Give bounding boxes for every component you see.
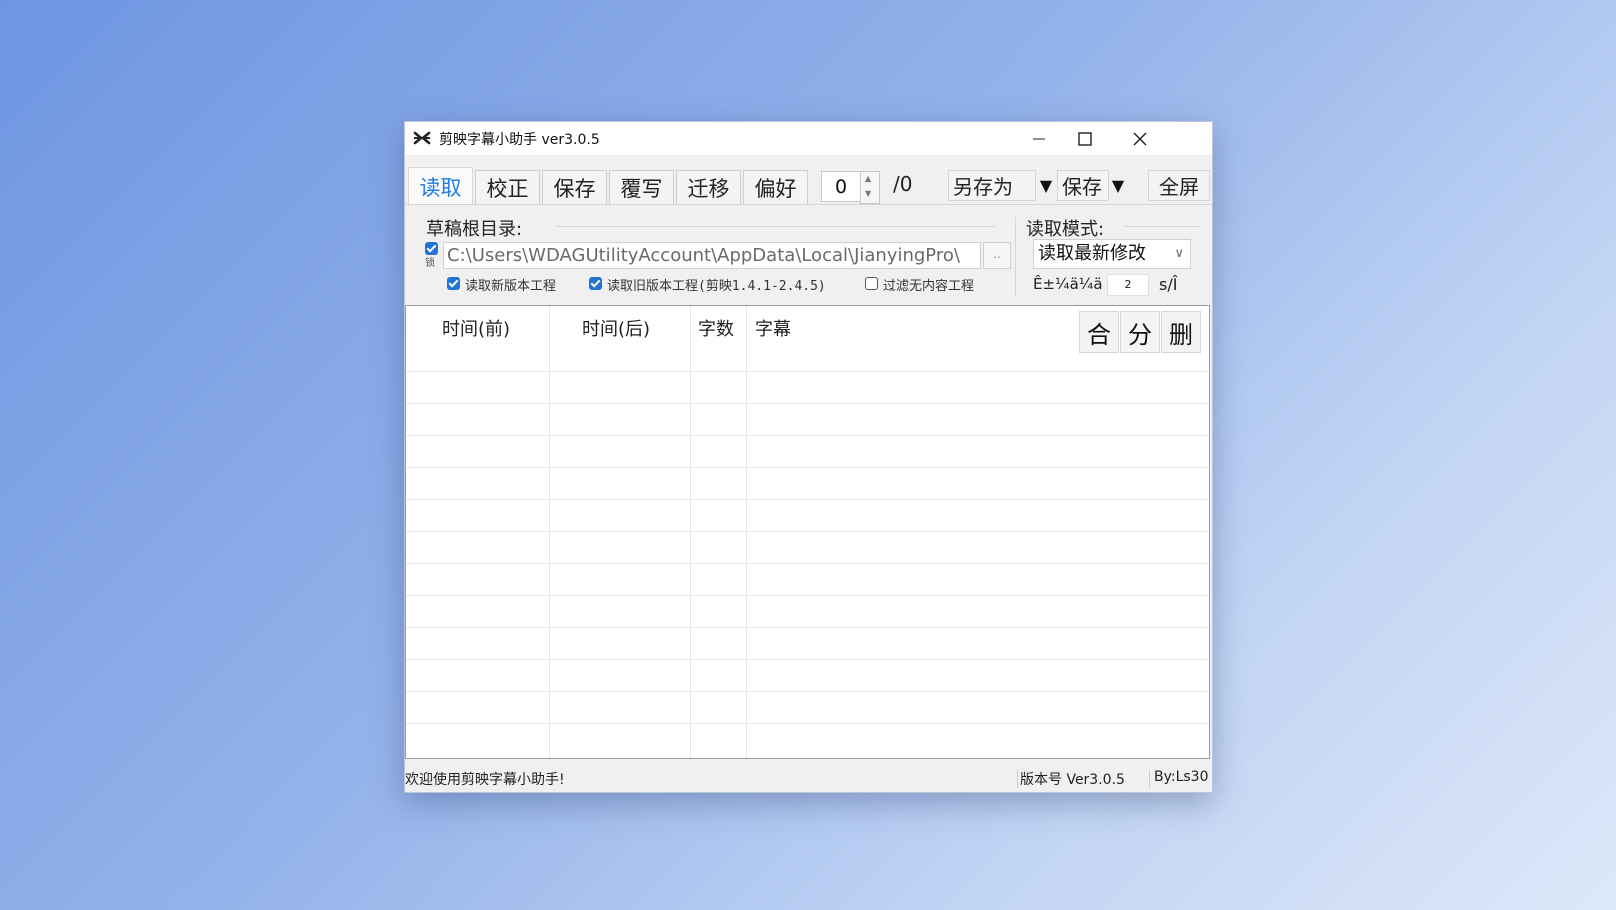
row-divider [406, 691, 1209, 692]
browse-button[interactable]: .. [983, 242, 1011, 269]
spin-up-icon[interactable]: ▲ [865, 174, 871, 183]
status-message: 欢迎使用剪映字幕小助手! [405, 772, 565, 788]
row-divider [406, 531, 1209, 532]
tab-divider [405, 204, 1212, 205]
group-divider [1015, 217, 1016, 297]
row-divider [406, 435, 1209, 436]
interval-input[interactable]: 2 [1107, 274, 1149, 296]
window-title: 剪映字幕小助手 ver3.0.5 [439, 132, 600, 148]
row-divider [406, 467, 1209, 468]
capcut-logo-icon [413, 131, 431, 145]
status-divider [1149, 770, 1150, 788]
tab-migrate[interactable]: 迁移 [676, 170, 741, 205]
app-window: 剪映字幕小助手 ver3.0.5 读取 校正 保存 覆写 迁移 偏好 0 ▲ ▼… [404, 121, 1213, 793]
subtitle-table[interactable]: 时间(前) 时间(后) 字数 字幕 合 分 删 [405, 305, 1210, 759]
delete-button[interactable]: 删 [1161, 311, 1201, 353]
spin-down-icon[interactable]: ▼ [865, 189, 871, 198]
column-header-char-count[interactable]: 字数 [698, 315, 734, 341]
row-divider [406, 371, 1209, 372]
status-divider [1017, 770, 1018, 788]
row-divider [406, 595, 1209, 596]
column-header-time-after[interactable]: 时间(后) [582, 315, 650, 341]
total-count: /0 [893, 172, 913, 196]
interval-label: Ê±¼ä¼ä [1033, 275, 1103, 293]
tab-preferences[interactable]: 偏好 [743, 170, 808, 205]
read-mode-label: 读取模式: [1026, 219, 1105, 240]
read-old-version-checkbox[interactable] [589, 277, 602, 290]
column-header-subtitle[interactable]: 字幕 [755, 315, 791, 341]
fullscreen-button[interactable]: 全屏 [1148, 170, 1210, 201]
save-as-label: 另存为 [953, 175, 1013, 199]
row-divider [406, 627, 1209, 628]
save-as-dropdown-icon[interactable]: ▼ [1037, 170, 1055, 201]
save-as-button[interactable]: 另存为 [948, 170, 1036, 201]
title-bar: 剪映字幕小助手 ver3.0.5 [405, 122, 1212, 155]
minimize-button[interactable] [1016, 122, 1062, 155]
close-icon [1133, 132, 1147, 145]
split-button[interactable]: 分 [1120, 311, 1160, 353]
read-old-version-label: 读取旧版本工程(剪映1.4.1-2.4.5) [607, 279, 826, 294]
fullscreen-label: 全屏 [1159, 175, 1199, 199]
lock-label: 锁 [425, 258, 435, 269]
column-header-time-before[interactable]: 时间(前) [442, 315, 510, 341]
status-bar: 欢迎使用剪映字幕小助手! 版本号 Ver3.0.5 By:Ls30 [405, 764, 1212, 792]
row-divider [406, 659, 1209, 660]
minimize-icon [1033, 138, 1045, 139]
close-button[interactable] [1117, 122, 1163, 155]
read-mode-select[interactable]: 读取最新修改 ∨ [1033, 239, 1191, 269]
status-version: 版本号 Ver3.0.5 [1020, 772, 1125, 788]
filter-empty-checkbox[interactable] [865, 277, 878, 290]
draft-path-field[interactable]: C:\Users\WDAGUtilityAccount\AppData\Loca… [443, 242, 981, 269]
row-divider [406, 403, 1209, 404]
row-divider [406, 563, 1209, 564]
row-divider [406, 499, 1209, 500]
interval-unit: s/Î [1159, 275, 1178, 294]
tab-read[interactable]: 读取 [408, 167, 473, 205]
draft-root-label: 草稿根目录: [426, 219, 523, 240]
save-menu-label: 保存 [1062, 175, 1102, 199]
save-menu-button[interactable]: 保存 [1057, 170, 1109, 201]
read-new-version-label: 读取新版本工程 [465, 279, 557, 294]
maximize-button[interactable] [1062, 122, 1108, 155]
filter-empty-label: 过滤无内容工程 [883, 279, 975, 294]
tab-correct[interactable]: 校正 [475, 170, 540, 205]
group-divider [1123, 226, 1201, 227]
tab-save[interactable]: 保存 [542, 170, 607, 205]
row-divider [406, 723, 1209, 724]
index-spinner[interactable]: ▲ ▼ [860, 171, 880, 204]
status-author: By:Ls30 [1154, 769, 1209, 785]
read-new-version-checkbox[interactable] [447, 277, 460, 290]
tab-overwrite[interactable]: 覆写 [609, 170, 674, 205]
read-mode-value: 读取最新修改 [1038, 243, 1146, 264]
index-input[interactable]: 0 [821, 171, 861, 202]
chevron-down-icon: ∨ [1174, 246, 1184, 261]
merge-button[interactable]: 合 [1079, 311, 1119, 353]
group-divider [555, 226, 995, 227]
save-dropdown-icon[interactable]: ▼ [1109, 170, 1127, 201]
maximize-icon [1078, 131, 1092, 146]
